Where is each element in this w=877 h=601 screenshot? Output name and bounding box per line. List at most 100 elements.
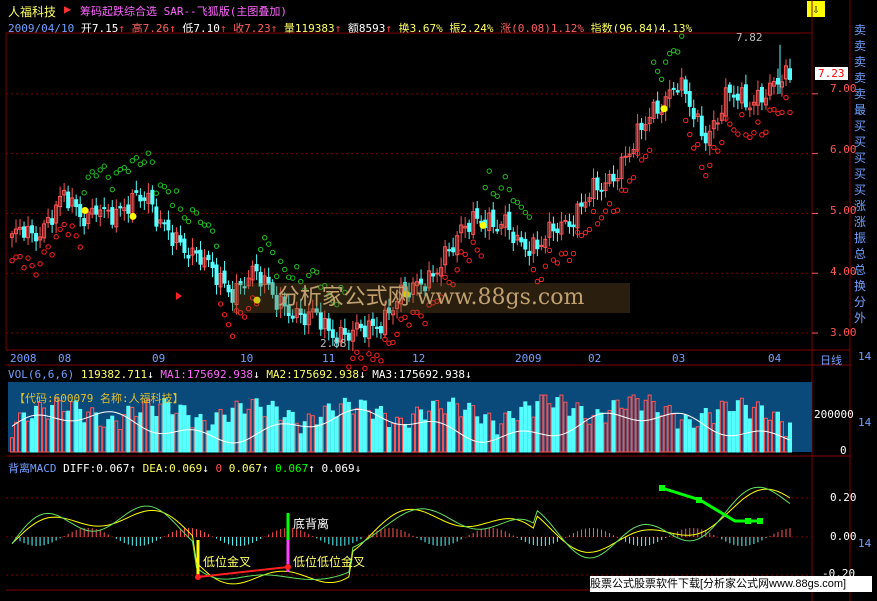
side-label[interactable]: 买 xyxy=(854,150,872,166)
candle-body xyxy=(639,122,644,130)
side-label[interactable]: 涨 xyxy=(854,214,872,230)
candle-body xyxy=(571,224,576,228)
sar-dot xyxy=(582,229,589,236)
side-label[interactable]: 卖 xyxy=(854,54,872,70)
side-label[interactable]: 总 xyxy=(854,246,872,262)
volume-bar xyxy=(162,398,167,453)
sar-dot xyxy=(378,358,384,364)
sar-dot xyxy=(578,232,585,239)
side-label[interactable]: 外 xyxy=(854,310,872,326)
divergence-point xyxy=(195,574,201,580)
macd-green-marker xyxy=(659,485,665,491)
volume-bar xyxy=(691,427,696,453)
candle-body xyxy=(154,206,159,227)
x-axis-label: 02 xyxy=(588,352,602,365)
candle-body xyxy=(82,218,87,227)
side-label[interactable]: 卖 xyxy=(854,86,872,102)
sar-dot xyxy=(679,33,685,39)
candle-body xyxy=(22,226,27,238)
volume-bar xyxy=(362,400,367,453)
side-label[interactable]: 分 xyxy=(854,294,872,310)
candle-body xyxy=(759,86,764,103)
sar-dot xyxy=(109,186,115,193)
sar-dot xyxy=(113,170,119,176)
volume-bar xyxy=(507,410,512,453)
sar-dot xyxy=(650,59,657,65)
sar-dot xyxy=(654,68,661,74)
candle-body xyxy=(166,219,171,231)
sar-dot xyxy=(294,263,300,270)
volume-tick-0: 0 xyxy=(840,444,847,457)
sar-dot xyxy=(129,157,136,164)
volume-bar xyxy=(282,417,287,453)
annotation-low-cross-2: 低位低位金叉 xyxy=(293,555,366,569)
volume-bar xyxy=(94,412,99,453)
side-label[interactable]: 买 xyxy=(854,134,872,150)
price-tick-3: 3.00 xyxy=(830,326,857,339)
side-label[interactable]: 总 xyxy=(854,262,872,278)
sar-dot xyxy=(787,109,793,116)
candle-body xyxy=(715,122,720,125)
volume-bar xyxy=(378,405,383,453)
sar-dot xyxy=(101,163,107,169)
candle-body xyxy=(370,318,375,326)
candle-body xyxy=(142,197,147,201)
sar-dot xyxy=(735,131,741,137)
volume-bar xyxy=(655,412,660,453)
sar-dot xyxy=(374,352,380,359)
sar-dot xyxy=(57,226,63,233)
volume-bar xyxy=(431,400,436,453)
macd-v4: 0.069 xyxy=(321,462,355,475)
volume-bar xyxy=(595,409,600,453)
sar-dot xyxy=(173,188,180,194)
sar-dot xyxy=(711,144,717,151)
sar-dot xyxy=(261,234,268,241)
sar-dot xyxy=(189,207,196,213)
volume-bar xyxy=(715,409,720,453)
period-label[interactable]: 日线 xyxy=(820,352,842,368)
sar-dot xyxy=(25,255,31,261)
sar-dot xyxy=(602,208,609,214)
volume-bar xyxy=(407,427,412,453)
macd-title-line: 背离MACD DIFF:0.067↑ DEA:0.069↓ 0 0.067↑ 0… xyxy=(8,462,362,475)
volume-bar xyxy=(138,412,143,453)
sar-dot xyxy=(29,262,35,269)
volume-bar xyxy=(198,413,203,453)
sar-dot xyxy=(498,185,504,191)
side-label[interactable]: 买 xyxy=(854,182,872,198)
candle-body xyxy=(567,221,572,227)
signal-dot xyxy=(479,221,487,229)
volume-bar xyxy=(74,400,79,453)
volume-bar xyxy=(266,404,271,453)
side-label[interactable]: 最 xyxy=(854,102,872,118)
watermark: 分析家公式网 www.88gs.com xyxy=(232,283,630,313)
sar-dot xyxy=(462,251,468,258)
volume-bar xyxy=(483,414,488,453)
side-label[interactable]: 买 xyxy=(854,166,872,182)
side-label[interactable]: 涨 xyxy=(854,198,872,214)
sar-dot xyxy=(522,209,529,216)
side-label[interactable]: 换 xyxy=(854,278,872,294)
sar-dot xyxy=(49,252,55,258)
side-label[interactable]: 卖 xyxy=(854,70,872,86)
volume-bar xyxy=(787,422,792,453)
sar-dot xyxy=(37,261,43,267)
candle-body xyxy=(194,250,199,254)
sar-dot xyxy=(554,260,561,266)
side-label[interactable]: 振 xyxy=(854,230,872,246)
sar-dot xyxy=(185,218,192,225)
right-num-14a: 14 xyxy=(858,350,872,363)
sar-dot xyxy=(731,127,737,133)
candle-body xyxy=(671,87,676,90)
candle-body xyxy=(126,204,131,214)
macd-title: 背离MACD xyxy=(8,462,57,475)
footer-ad[interactable]: 股票公式股票软件下载[分析家公式网www.88gs.com] xyxy=(590,576,872,592)
sar-dot xyxy=(306,272,312,279)
side-label[interactable]: 买 xyxy=(854,118,872,134)
volume-bar xyxy=(226,421,231,453)
side-label[interactable]: 卖 xyxy=(854,22,872,38)
volume-bar xyxy=(611,400,616,453)
side-label[interactable]: 卖 xyxy=(854,38,872,54)
sar-dot xyxy=(53,234,59,240)
volume-bar xyxy=(386,427,391,453)
